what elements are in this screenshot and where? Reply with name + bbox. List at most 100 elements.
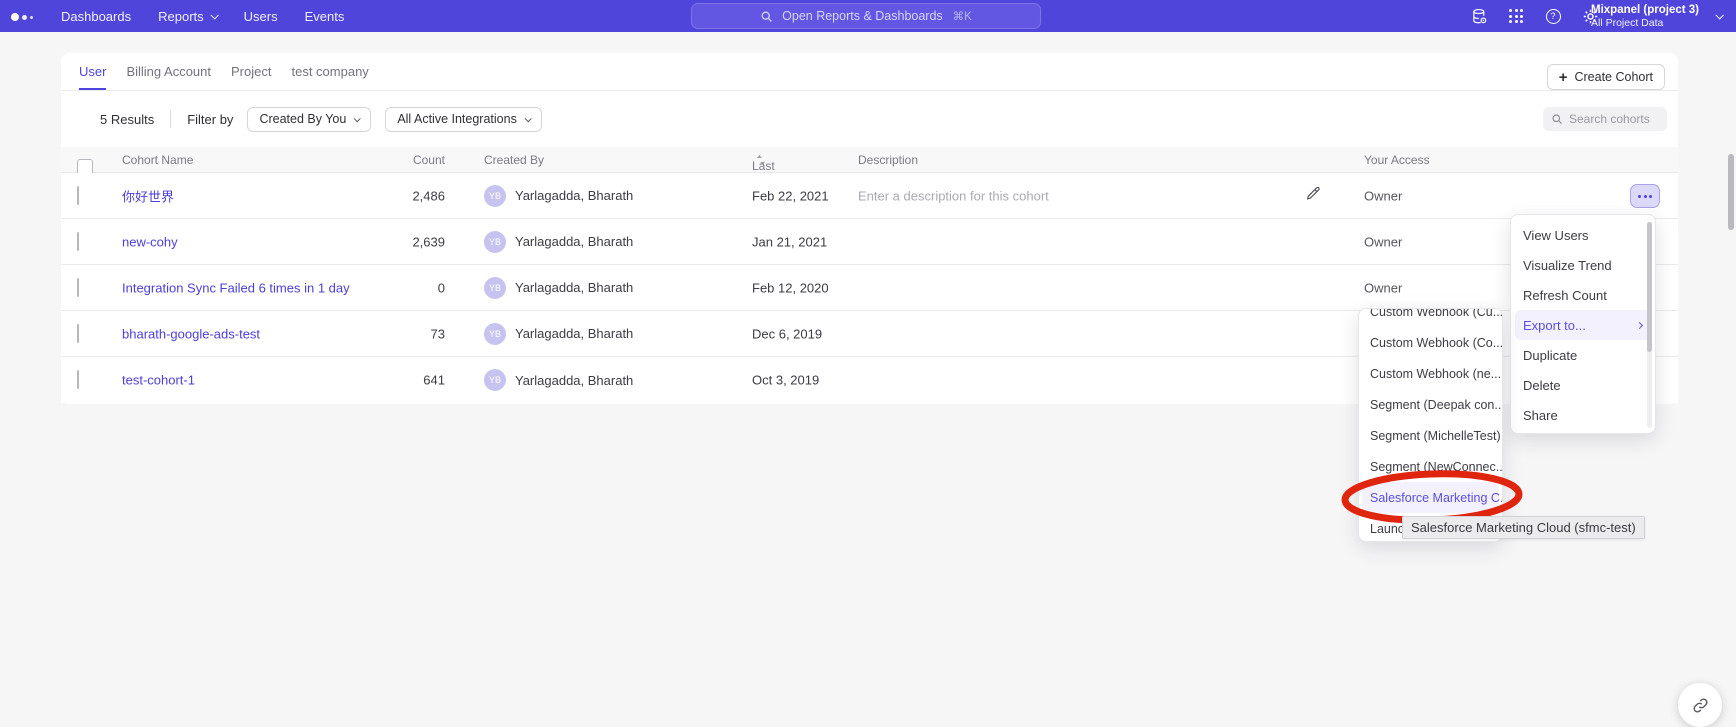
results-count: 5 Results: [100, 112, 154, 127]
menu-scrollbar-thumb[interactable]: [1647, 222, 1652, 352]
tab-project[interactable]: Project: [231, 53, 271, 90]
submenu-item-custom-webhook-1[interactable]: Custom Webhook (Cu...: [1359, 308, 1502, 327]
nav-dashboards[interactable]: Dashboards: [61, 9, 131, 24]
menu-item-view-users[interactable]: View Users: [1511, 220, 1655, 250]
project-switcher[interactable]: Mixpanel (project 3) All Project Data: [1591, 3, 1722, 29]
header-created-by[interactable]: Created By: [484, 153, 544, 167]
global-search-bar[interactable]: Open Reports & Dashboards ⌘K: [691, 3, 1041, 29]
last-modified-date: Feb 22, 2021: [752, 188, 829, 203]
cohort-count: 2,639: [341, 234, 445, 249]
chevron-right-icon: [1636, 321, 1643, 328]
search-cohorts-box[interactable]: [1543, 107, 1667, 131]
help-icon[interactable]: ?: [1544, 7, 1562, 25]
edit-description-pencil-icon[interactable]: [1305, 185, 1321, 206]
menu-item-export-to[interactable]: Export to...: [1515, 310, 1651, 340]
submenu-item-salesforce-marketing-cloud[interactable]: Salesforce Marketing C...: [1362, 482, 1499, 513]
cohort-name-link[interactable]: bharath-google-ads-test: [122, 326, 260, 341]
access-level: Owner: [1364, 280, 1402, 295]
submenu-item-segment-newconnec[interactable]: Segment (NewConnec...: [1359, 451, 1502, 482]
last-modified-date: Jan 21, 2021: [752, 234, 827, 249]
nav-events[interactable]: Events: [305, 9, 345, 24]
link-icon: [1692, 697, 1709, 714]
row-checkbox[interactable]: [77, 370, 79, 389]
chevron-down-icon: [524, 115, 531, 122]
data-management-icon[interactable]: [1470, 7, 1488, 25]
submenu-item-segment-deepak[interactable]: Segment (Deepak con...: [1359, 389, 1502, 420]
menu-item-visualize-trend[interactable]: Visualize Trend: [1511, 250, 1655, 280]
created-by-name: Yarlagadda, Bharath: [515, 373, 633, 388]
main-nav: Dashboards Reports Users Events: [61, 9, 344, 24]
description-placeholder[interactable]: Enter a description for this cohort: [858, 188, 1049, 203]
search-icon: [760, 10, 773, 23]
last-modified-date: Oct 3, 2019: [752, 373, 819, 388]
menu-item-delete[interactable]: Delete: [1511, 370, 1655, 400]
filter-by-label: Filter by: [187, 112, 233, 127]
row-checkbox[interactable]: [77, 232, 79, 251]
mixpanel-logo-dots-icon[interactable]: [11, 13, 33, 21]
row-checkbox[interactable]: [77, 186, 79, 205]
header-count[interactable]: Count: [341, 153, 445, 167]
search-shortcut: ⌘K: [953, 9, 972, 23]
create-cohort-label: Create Cohort: [1574, 70, 1653, 84]
table-header: Cohort Name Count Created By Last Modifi…: [61, 147, 1678, 173]
global-search-placeholder: Open Reports & Dashboards: [782, 9, 943, 23]
cohort-count: 641: [341, 373, 445, 388]
tab-test-company[interactable]: test company: [291, 53, 368, 90]
top-navbar: Dashboards Reports Users Events Open Rep…: [0, 0, 1736, 32]
menu-item-duplicate[interactable]: Duplicate: [1511, 340, 1655, 370]
submenu-item-custom-webhook-3[interactable]: Custom Webhook (ne...: [1359, 358, 1502, 389]
header-description: Description: [858, 153, 918, 167]
cohort-name-link[interactable]: test-cohort-1: [122, 373, 195, 388]
chevron-down-icon: [354, 115, 361, 122]
created-by-name: Yarlagadda, Bharath: [515, 326, 633, 341]
salesforce-tooltip: Salesforce Marketing Cloud (sfmc-test): [1402, 516, 1645, 539]
menu-scrollbar[interactable]: [1647, 222, 1652, 428]
cohort-name-link[interactable]: Integration Sync Failed 6 times in 1 day: [122, 280, 350, 295]
cohort-count: 73: [341, 326, 445, 341]
cohort-count: 0: [341, 280, 445, 295]
export-submenu: Custom Webhook (Cu... Custom Webhook (Co…: [1358, 308, 1503, 542]
nav-users[interactable]: Users: [244, 9, 278, 24]
row-checkbox[interactable]: [77, 324, 79, 343]
cohort-name-link[interactable]: 你好世界: [122, 186, 174, 205]
search-icon: [1551, 113, 1563, 125]
menu-item-share[interactable]: Share: [1511, 400, 1655, 430]
create-cohort-button[interactable]: + Create Cohort: [1547, 64, 1665, 90]
submenu-item-custom-webhook-2[interactable]: Custom Webhook (Co...: [1359, 327, 1502, 358]
header-cohort-name[interactable]: Cohort Name: [122, 153, 193, 167]
last-modified-date: Feb 12, 2020: [752, 280, 829, 295]
integrations-dropdown[interactable]: All Active Integrations: [385, 107, 542, 132]
avatar: YB: [484, 185, 506, 207]
share-link-fab[interactable]: [1678, 683, 1722, 727]
tab-user[interactable]: User: [79, 53, 106, 90]
submenu-item-segment-michelle[interactable]: Segment (MichelleTest): [1359, 420, 1502, 451]
created-by-value: Created By You: [259, 112, 346, 126]
header-last-modified[interactable]: Last Modified: [752, 153, 765, 167]
row-actions-button[interactable]: [1630, 184, 1660, 208]
cohort-name-link[interactable]: new-cohy: [122, 234, 178, 249]
nav-reports[interactable]: Reports: [158, 9, 217, 24]
menu-item-refresh-count[interactable]: Refresh Count: [1511, 280, 1655, 310]
table-row: new-cohy 2,639 YBYarlagadda, Bharath Jan…: [61, 219, 1678, 265]
table-row: Integration Sync Failed 6 times in 1 day…: [61, 265, 1678, 311]
nav-reports-label: Reports: [158, 9, 204, 24]
table-row: 你好世界 2,486 YBYarlagadda, Bharath Feb 22,…: [61, 173, 1678, 219]
submenu-scrollbar-thumb[interactable]: [1728, 154, 1734, 230]
chevron-down-icon: [1715, 11, 1723, 19]
access-level: Owner: [1364, 188, 1402, 203]
row-context-menu: View Users Visualize Trend Refresh Count…: [1510, 214, 1656, 434]
row-checkbox[interactable]: [77, 278, 79, 297]
created-by-name: Yarlagadda, Bharath: [515, 188, 633, 203]
avatar: YB: [484, 277, 506, 299]
header-your-access: Your Access: [1364, 153, 1430, 167]
search-cohorts-input[interactable]: [1569, 112, 1659, 126]
avatar: YB: [484, 369, 506, 391]
project-name: Mixpanel (project 3): [1591, 3, 1699, 17]
created-by-dropdown[interactable]: Created By You: [247, 107, 371, 132]
created-by-name: Yarlagadda, Bharath: [515, 280, 633, 295]
tab-billing-account[interactable]: Billing Account: [126, 53, 211, 90]
apps-grid-icon[interactable]: [1507, 7, 1525, 25]
divider: [170, 110, 171, 128]
export-to-label: Export to...: [1523, 318, 1586, 333]
filter-bar: 5 Results Filter by Created By You All A…: [61, 91, 1678, 147]
